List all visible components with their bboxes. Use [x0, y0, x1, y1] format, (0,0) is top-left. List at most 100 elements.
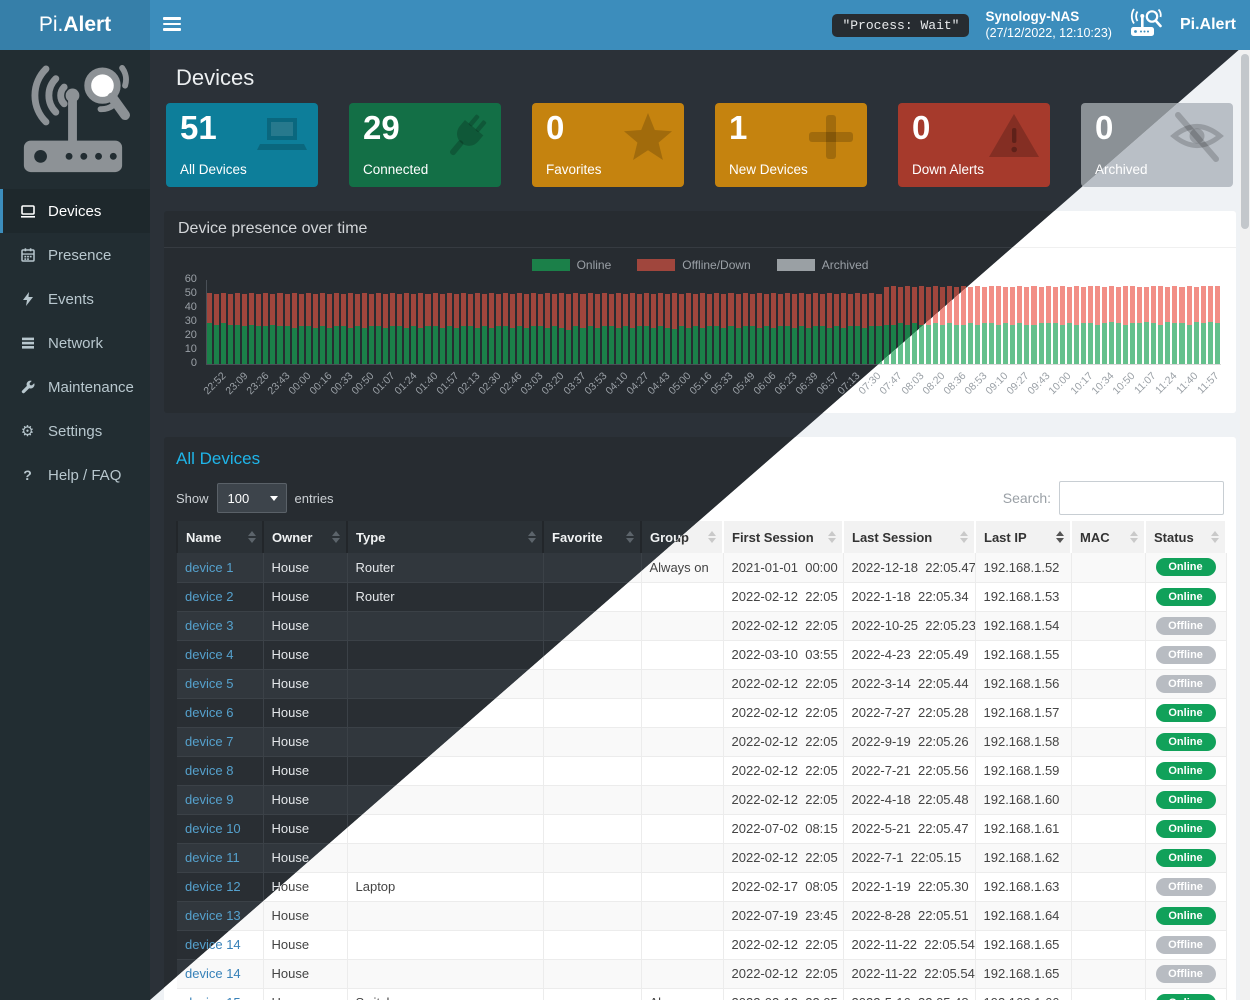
presence-bar [538, 294, 543, 364]
table-cell [641, 959, 723, 988]
column-header-first-session[interactable]: First Session [723, 521, 843, 553]
presence-bar [1067, 287, 1072, 364]
device-link[interactable]: device 4 [185, 647, 233, 662]
table-cell: 2022-11-22 22:05.54 [843, 959, 975, 988]
pialert-router-scan-icon [1128, 8, 1164, 43]
presence-bar [1010, 287, 1015, 364]
presence-bar [862, 294, 867, 364]
sidebar-item-events[interactable]: Events [0, 277, 150, 321]
hamburger-menu-button[interactable] [163, 17, 181, 34]
presence-bar [1194, 287, 1199, 364]
presence-bar [376, 293, 381, 364]
column-header-owner[interactable]: Owner [263, 521, 347, 553]
card-favorites[interactable]: 0 Favorites [532, 103, 684, 187]
device-link[interactable]: device 5 [185, 676, 233, 691]
x-axis-label: 01:07 [371, 370, 398, 397]
presence-bar [263, 293, 268, 364]
card-connected[interactable]: 29 Connected [349, 103, 501, 187]
column-header-name[interactable]: Name [177, 521, 263, 553]
presence-bar [440, 294, 445, 364]
x-axis-label: 10:50 [1110, 370, 1137, 397]
presence-bar [1130, 286, 1135, 364]
presence-bar [757, 293, 762, 364]
presence-bar [1165, 287, 1170, 364]
device-link[interactable]: device 13 [185, 908, 241, 923]
table-cell [347, 930, 543, 959]
table-cell: 2022-1-19 22:05.30 [843, 872, 975, 901]
device-link[interactable]: device 8 [185, 763, 233, 778]
column-header-last-session[interactable]: Last Session [843, 521, 975, 553]
card-all-devices[interactable]: 51 All Devices [166, 103, 318, 187]
device-link[interactable]: device 6 [185, 705, 233, 720]
device-link[interactable]: device 10 [185, 821, 241, 836]
presence-bar [468, 294, 473, 364]
scrollbar-thumb[interactable] [1241, 54, 1249, 229]
sidebar-item-label: Help / FAQ [48, 467, 121, 484]
sidebar-item-settings[interactable]: ⚙ Settings [0, 409, 150, 453]
presence-bar [1208, 286, 1213, 364]
y-axis-tick: 50 [163, 287, 202, 299]
column-header-type[interactable]: Type [347, 521, 543, 553]
x-axis-label: 06:39 [793, 370, 820, 397]
device-link[interactable]: device 9 [185, 792, 233, 807]
card-down-alerts[interactable]: 0 Down Alerts [898, 103, 1050, 187]
status-badge: Online [1156, 762, 1216, 780]
sort-active-icon [1056, 531, 1064, 543]
device-link[interactable]: device 2 [185, 589, 233, 604]
sidebar-item-network[interactable]: Network [0, 321, 150, 365]
presence-bar [362, 293, 367, 364]
device-link[interactable]: device 14 [185, 966, 241, 981]
device-link[interactable]: device 7 [185, 734, 233, 749]
table-cell: 2022-8-28 22:05.51 [843, 901, 975, 930]
presence-bar [743, 293, 748, 364]
card-label: Down Alerts [912, 162, 984, 177]
sidebar-item-maintenance[interactable]: Maintenance [0, 365, 150, 409]
device-link[interactable]: device 1 [185, 560, 233, 575]
sidebar-item-help[interactable]: ? Help / FAQ [0, 453, 150, 497]
table-cell [1071, 959, 1145, 988]
search-input[interactable] [1059, 481, 1224, 515]
table-cell: House [263, 988, 347, 1000]
presence-bar [1046, 286, 1051, 364]
entries-select-value: 100 [228, 491, 250, 506]
table-cell [1071, 611, 1145, 640]
table-cell [1071, 553, 1145, 582]
column-header-favorite[interactable]: Favorite [543, 521, 641, 553]
table-cell [641, 785, 723, 814]
column-header-mac[interactable]: MAC [1071, 521, 1145, 553]
table-cell: 192.168.1.54 [975, 611, 1071, 640]
x-axis-label: 08:03 [899, 370, 926, 397]
presence-bar [799, 293, 804, 364]
device-link[interactable]: device 15 [185, 995, 241, 1000]
device-link[interactable]: device 3 [185, 618, 233, 633]
vertical-scrollbar[interactable] [1240, 50, 1250, 1000]
process-status-badge: "Process: Wait" [832, 14, 969, 37]
sidebar-item-devices[interactable]: Devices [0, 189, 150, 233]
presence-bar [1201, 286, 1206, 364]
cell-status: Online [1145, 698, 1226, 727]
sort-icon [708, 531, 716, 543]
table-cell [641, 872, 723, 901]
sidebar-item-presence[interactable]: Presence [0, 233, 150, 277]
presence-bar [623, 294, 628, 364]
sort-icon [332, 531, 340, 543]
presence-bar [1116, 287, 1121, 364]
column-header-status[interactable]: Status [1145, 521, 1226, 553]
x-axis-label: 02:13 [455, 370, 482, 397]
x-axis-label: 00:50 [350, 370, 377, 397]
question-icon: ? [19, 467, 36, 483]
presence-bar [1003, 287, 1008, 364]
entries-select[interactable]: 100 [217, 483, 287, 513]
table-cell [641, 727, 723, 756]
column-header-last-ip[interactable]: Last IP [975, 521, 1071, 553]
device-link[interactable]: device 11 [185, 850, 240, 865]
table-row: device 15HouseSwitchAlways on2022-02-12 … [177, 988, 1226, 1000]
table-cell [1071, 872, 1145, 901]
presence-bar [616, 293, 621, 364]
show-label: Show [176, 491, 209, 506]
presence-bar [327, 294, 332, 364]
table-cell: 2022-02-12 22:05 [723, 698, 843, 727]
card-new-devices[interactable]: 1 New Devices [715, 103, 867, 187]
brand-logo[interactable]: Pi.Alert [0, 0, 150, 50]
device-link[interactable]: device 12 [185, 879, 241, 894]
